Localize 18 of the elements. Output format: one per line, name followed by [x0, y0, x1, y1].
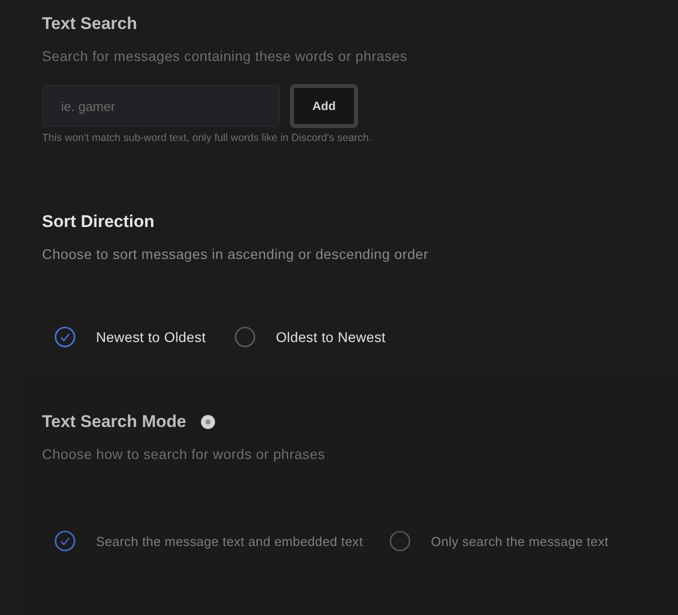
add-button[interactable]: Add — [290, 84, 358, 128]
section-description: Choose how to search for words or phrases — [42, 446, 326, 462]
radio-button[interactable] — [54, 326, 76, 348]
radio-button[interactable] — [54, 530, 76, 552]
section-description: Search for messages containing these words or phrases — [42, 48, 408, 64]
radio-label: Oldest to Newest — [276, 329, 386, 345]
hint-text: This won't match sub-word text, only full words like in Discord's search. — [42, 132, 373, 144]
section-description: Choose to sort messages in ascending or descending order — [42, 246, 430, 262]
info-icon[interactable] — [200, 414, 216, 430]
radio-button[interactable] — [388, 530, 411, 552]
section-title: Text Search — [42, 14, 138, 34]
section-title: Text Search Mode — [42, 412, 186, 432]
radio-button[interactable] — [234, 326, 256, 348]
radio-label: Search the message text and embedded text — [96, 534, 363, 548]
search-input[interactable]: ie. gamer — [42, 85, 280, 127]
radio-label: Newest to Oldest — [96, 329, 206, 345]
radio-label: Only search the message text — [430, 534, 608, 548]
section-title: Sort Direction — [42, 212, 154, 232]
